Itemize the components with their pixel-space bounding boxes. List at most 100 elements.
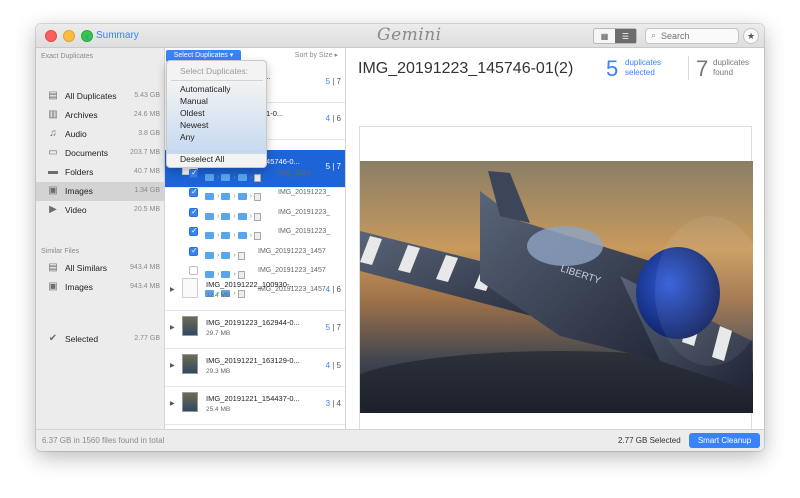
select-duplicates-menu: Select Duplicates: Automatically Manual Ol… bbox=[166, 60, 267, 168]
duplicate-file-row[interactable]: › › › IMG_20191223_ bbox=[165, 204, 345, 223]
menu-item-automatically[interactable]: Automatically bbox=[180, 84, 231, 94]
file-thumbnail bbox=[182, 354, 198, 374]
sidebar-item-label: All Duplicates bbox=[65, 91, 117, 101]
file-name: IMG_20191223_ bbox=[278, 228, 331, 235]
list-view-icon[interactable]: ☰ bbox=[615, 29, 636, 43]
back-chevron-icon[interactable]: ‹ bbox=[85, 28, 90, 44]
duplicate-group-row[interactable]: ▶ IMG_20191222_100930-... 32.4 MB 4 | 6 bbox=[165, 273, 345, 311]
minimize-window-button[interactable] bbox=[63, 30, 75, 42]
back-button[interactable]: Summary bbox=[96, 30, 139, 41]
folder-icon bbox=[205, 232, 214, 240]
duplicate-file-row[interactable]: › › › IMG_20191223_ bbox=[165, 223, 345, 242]
folder-icon bbox=[237, 213, 247, 221]
group-filename: IMG_20191221_154437-0... bbox=[206, 394, 300, 403]
menu-separator bbox=[171, 151, 263, 152]
image-icon: ▣ bbox=[48, 185, 58, 196]
group-count: 4 | 6 bbox=[325, 114, 341, 123]
group-count: 4 | 6 bbox=[325, 285, 341, 294]
found-count: 7 bbox=[696, 56, 709, 81]
path-chevron-icon: › bbox=[233, 232, 236, 240]
sidebar-item-exact-3[interactable]: ▭ Documents 203.7 MB bbox=[36, 144, 165, 163]
sidebar-item-exact-6[interactable]: ▶ Video 20.5 MB bbox=[36, 201, 165, 220]
grid-view-icon[interactable]: ▦ bbox=[594, 29, 615, 43]
menu-item-any[interactable]: Any bbox=[180, 132, 195, 142]
search-box[interactable]: ⌕ bbox=[645, 28, 739, 44]
sidebar-item-label: Documents bbox=[65, 148, 108, 158]
sidebar-item-exact-4[interactable]: ▬ Folders 40.7 MB bbox=[36, 163, 165, 182]
path-chevron-icon: › bbox=[217, 252, 220, 260]
checkmark-icon: ✔ bbox=[48, 333, 58, 344]
path-chevron-icon: › bbox=[249, 213, 253, 221]
duplicate-file-row[interactable]: ››IMG_20191223_1457 bbox=[165, 243, 345, 262]
file-path: › › › bbox=[205, 227, 264, 240]
disclosure-triangle-icon[interactable]: ▶ bbox=[170, 324, 175, 331]
music-icon: ♫ bbox=[49, 128, 57, 139]
sidebar-item-selected[interactable]: ✔ Selected 2.77 GB bbox=[36, 330, 165, 349]
sidebar-item-exact-5[interactable]: ▣ Images 1.34 GB bbox=[36, 182, 165, 201]
path-chevron-icon: › bbox=[249, 174, 253, 182]
file-path: › › bbox=[205, 247, 248, 260]
disclosure-triangle-icon[interactable]: ▶ bbox=[170, 400, 175, 407]
disclosure-triangle-icon[interactable]: ▶ bbox=[170, 362, 175, 369]
duplicate-group-row[interactable]: ▶ IMG_20191221_154437-0... 25.4 MB 3 | 4 bbox=[165, 387, 345, 425]
file-thumbnail bbox=[182, 392, 198, 412]
close-window-button[interactable] bbox=[45, 30, 57, 42]
folder-icon bbox=[237, 174, 247, 182]
file-checkbox[interactable] bbox=[189, 246, 198, 256]
sidebar-item-exact-2[interactable]: ♫ Audio 3.8 GB bbox=[36, 125, 165, 144]
folder-icon bbox=[221, 213, 231, 221]
sidebar-item-size: 5.43 GB bbox=[134, 92, 160, 99]
duplicate-group-row[interactable]: ▶ IMG_20191221_163129-0... 29.3 MB 4 | 5 bbox=[165, 349, 345, 387]
sidebar-item-label: Folders bbox=[65, 167, 94, 177]
folder-icon bbox=[205, 193, 214, 201]
sidebar-item-label: Audio bbox=[65, 129, 87, 139]
sort-by-size-button[interactable]: Sort by Size ▸ bbox=[295, 51, 338, 59]
path-chevron-icon: › bbox=[249, 193, 253, 201]
file-checkbox[interactable] bbox=[189, 187, 198, 197]
duplicate-group-row[interactable]: ▶ IMG_20191223_162944-0... 29.7 MB 5 | 7 bbox=[165, 311, 345, 349]
file-title: IMG_20191223_145746-01(2) bbox=[358, 60, 574, 77]
menu-separator bbox=[171, 80, 263, 81]
file-name: IMG_20191223_ bbox=[278, 189, 331, 196]
archive-icon: ▥ bbox=[48, 109, 58, 120]
folder-icon bbox=[237, 193, 247, 201]
menu-item-newest[interactable]: Newest bbox=[180, 120, 208, 130]
duplicate-file-row[interactable]: › › › IMG_20191223_ bbox=[165, 184, 345, 203]
image-file-icon bbox=[237, 251, 245, 260]
group-count: 4 | 5 bbox=[325, 361, 341, 370]
sidebar-item-similar-0[interactable]: ▤ All Similars 943.4 MB bbox=[36, 259, 165, 278]
sidebar-item-exact-0[interactable]: ▤ All Duplicates 5.43 GB bbox=[36, 87, 165, 106]
sidebar-item-label: Images bbox=[65, 186, 93, 196]
sidebar-item-label: Selected bbox=[65, 334, 99, 344]
sidebar-item-size: 943.4 MB bbox=[130, 264, 160, 271]
path-chevron-icon: › bbox=[217, 213, 220, 221]
image-preview: LIBERTY bbox=[359, 126, 753, 442]
disclosure-triangle-icon[interactable]: ▶ bbox=[170, 286, 175, 293]
found-count-label: duplicates found bbox=[713, 58, 750, 77]
group-filename: IMG_20191222_100930-... bbox=[206, 280, 296, 289]
video-icon: ▶ bbox=[49, 204, 57, 215]
file-checkbox[interactable] bbox=[189, 226, 198, 236]
menu-item-deselect-all[interactable]: Deselect All bbox=[180, 154, 224, 164]
menu-header: Select Duplicates: bbox=[180, 66, 249, 76]
image-file-icon bbox=[254, 173, 262, 182]
smart-cleanup-button[interactable]: Smart Cleanup bbox=[689, 433, 760, 448]
selected-count: 5 bbox=[606, 56, 619, 81]
star-icon[interactable]: ★ bbox=[743, 28, 759, 44]
view-mode-segment: ▦ ☰ bbox=[593, 28, 637, 44]
file-checkbox[interactable] bbox=[189, 207, 198, 217]
airplane-photo: LIBERTY bbox=[360, 161, 753, 413]
sidebar-item-similar-1[interactable]: ▣ Images 943.4 MB bbox=[36, 278, 165, 297]
selected-size: 2.77 GB Selected bbox=[618, 436, 681, 445]
folder-icon bbox=[221, 252, 231, 260]
menu-item-manual[interactable]: Manual bbox=[180, 96, 208, 106]
sidebar-item-label: All Similars bbox=[65, 263, 108, 273]
file-checkbox[interactable] bbox=[189, 168, 198, 178]
stack-icon: ▤ bbox=[48, 262, 58, 273]
menu-item-oldest[interactable]: Oldest bbox=[180, 108, 205, 118]
file-thumbnail bbox=[182, 278, 198, 298]
sidebar-item-exact-1[interactable]: ▥ Archives 24.6 MB bbox=[36, 106, 165, 125]
sidebar-item-size: 40.7 MB bbox=[133, 168, 160, 175]
file-name: IMG_20191223_ bbox=[278, 209, 331, 216]
search-input[interactable] bbox=[661, 30, 735, 42]
